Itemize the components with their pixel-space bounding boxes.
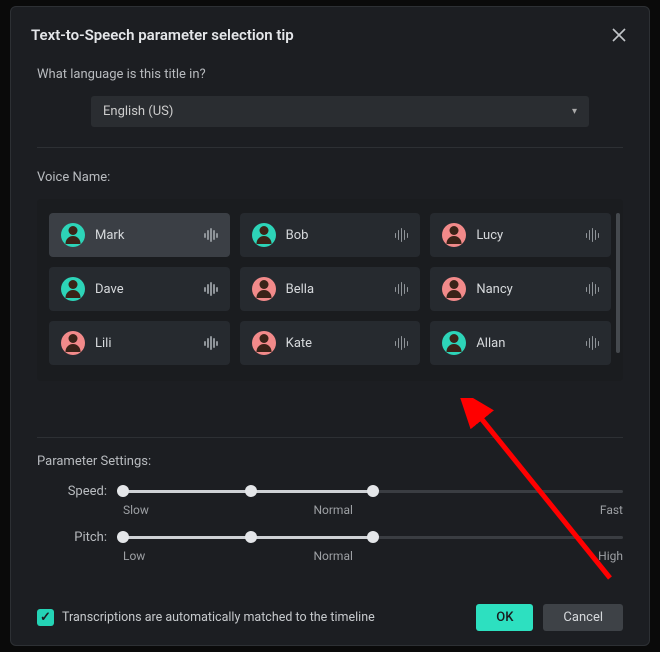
voice-name-text: Bella bbox=[286, 282, 314, 297]
language-select-wrap: English (US) ▾ bbox=[11, 92, 649, 147]
speed-knob-start[interactable] bbox=[117, 485, 129, 497]
checkmark-icon: ✓ bbox=[40, 610, 51, 625]
avatar-icon bbox=[61, 277, 85, 301]
voice-name-text: Lucy bbox=[476, 228, 503, 243]
speed-knob-mid[interactable] bbox=[245, 485, 257, 497]
voice-info: Mark bbox=[61, 223, 124, 247]
language-select[interactable]: English (US) ▾ bbox=[91, 96, 589, 127]
pitch-knob-start[interactable] bbox=[117, 531, 129, 543]
voice-card-allan[interactable]: Allan bbox=[430, 321, 611, 365]
pitch-tick-high: High bbox=[598, 549, 623, 563]
waveform-icon[interactable] bbox=[586, 336, 600, 350]
speed-tick-fast: Fast bbox=[600, 503, 623, 517]
voice-grid: Mark Bob Lucy Dave Bella Nancy Lili Kate Allan bbox=[49, 213, 611, 365]
avatar-icon bbox=[252, 223, 276, 247]
voice-info: Bob bbox=[252, 223, 309, 247]
voice-info: Bella bbox=[252, 277, 314, 301]
pitch-knob[interactable] bbox=[367, 531, 379, 543]
transcription-checkbox[interactable]: ✓ bbox=[37, 609, 54, 626]
avatar-icon bbox=[61, 223, 85, 247]
avatar-icon bbox=[61, 331, 85, 355]
voice-info: Nancy bbox=[442, 277, 512, 301]
language-selected-value: English (US) bbox=[103, 104, 173, 119]
speed-tick-normal: Normal bbox=[313, 503, 352, 517]
waveform-icon[interactable] bbox=[204, 336, 218, 350]
waveform-icon[interactable] bbox=[586, 282, 600, 296]
avatar-icon bbox=[252, 331, 276, 355]
voice-info: Kate bbox=[252, 331, 312, 355]
voice-name-text: Mark bbox=[95, 228, 124, 243]
avatar-icon bbox=[442, 331, 466, 355]
speed-tick-slow: Slow bbox=[123, 503, 149, 517]
voice-info: Dave bbox=[61, 277, 124, 301]
pitch-knob-mid[interactable] bbox=[245, 531, 257, 543]
language-question: What language is this title in? bbox=[11, 59, 649, 92]
pitch-row: Pitch: bbox=[11, 521, 649, 549]
voice-panel: Mark Bob Lucy Dave Bella Nancy Lili Kate Allan bbox=[37, 199, 623, 381]
dialog-title: Text-to-Speech parameter selection tip bbox=[31, 26, 294, 44]
dialog-header: Text-to-Speech parameter selection tip bbox=[11, 7, 649, 59]
voice-name-text: Dave bbox=[95, 282, 124, 297]
close-button[interactable] bbox=[609, 25, 629, 45]
voice-card-dave[interactable]: Dave bbox=[49, 267, 230, 311]
speed-slider[interactable] bbox=[123, 481, 623, 501]
pitch-slider[interactable] bbox=[123, 527, 623, 547]
pitch-ticks: Low Normal High bbox=[11, 549, 649, 567]
parameter-settings-label: Parameter Settings: bbox=[11, 438, 649, 475]
speed-knob[interactable] bbox=[367, 485, 379, 497]
transcription-checkbox-label: Transcriptions are automatically matched… bbox=[62, 610, 375, 625]
pitch-track-empty bbox=[373, 536, 623, 539]
chevron-down-icon: ▾ bbox=[572, 106, 577, 117]
dialog-footer: ✓ Transcriptions are automatically match… bbox=[37, 604, 623, 631]
speed-ticks: Slow Normal Fast bbox=[11, 503, 649, 521]
voice-name-text: Nancy bbox=[476, 282, 512, 297]
waveform-icon[interactable] bbox=[395, 228, 409, 242]
waveform-icon[interactable] bbox=[395, 336, 409, 350]
avatar-icon bbox=[252, 277, 276, 301]
ok-button[interactable]: OK bbox=[476, 604, 533, 631]
pitch-tick-low: Low bbox=[123, 549, 145, 563]
voice-card-lili[interactable]: Lili bbox=[49, 321, 230, 365]
speed-label: Speed: bbox=[37, 484, 107, 499]
waveform-icon[interactable] bbox=[395, 282, 409, 296]
transcription-checkbox-wrap[interactable]: ✓ Transcriptions are automatically match… bbox=[37, 609, 375, 626]
voice-card-bob[interactable]: Bob bbox=[240, 213, 421, 257]
voice-card-mark[interactable]: Mark bbox=[49, 213, 230, 257]
speed-track-empty bbox=[373, 490, 623, 493]
voice-name-text: Bob bbox=[286, 228, 309, 243]
voice-info: Lucy bbox=[442, 223, 503, 247]
speed-row: Speed: bbox=[11, 475, 649, 503]
voice-info: Allan bbox=[442, 331, 505, 355]
voice-card-bella[interactable]: Bella bbox=[240, 267, 421, 311]
voice-name-label: Voice Name: bbox=[11, 148, 649, 199]
voice-card-nancy[interactable]: Nancy bbox=[430, 267, 611, 311]
avatar-icon bbox=[442, 223, 466, 247]
voice-name-text: Allan bbox=[476, 336, 505, 351]
avatar-icon bbox=[442, 277, 466, 301]
tts-dialog: Text-to-Speech parameter selection tip W… bbox=[10, 6, 650, 646]
voice-card-kate[interactable]: Kate bbox=[240, 321, 421, 365]
pitch-label: Pitch: bbox=[37, 530, 107, 545]
voice-card-lucy[interactable]: Lucy bbox=[430, 213, 611, 257]
footer-buttons: OK Cancel bbox=[476, 604, 623, 631]
scrollbar-thumb[interactable] bbox=[616, 213, 620, 353]
waveform-icon[interactable] bbox=[586, 228, 600, 242]
close-icon bbox=[612, 28, 626, 42]
voice-name-text: Kate bbox=[286, 336, 312, 351]
pitch-tick-normal: Normal bbox=[313, 549, 352, 563]
cancel-button[interactable]: Cancel bbox=[543, 604, 623, 631]
voice-info: Lili bbox=[61, 331, 112, 355]
waveform-icon[interactable] bbox=[204, 282, 218, 296]
waveform-icon[interactable] bbox=[204, 228, 218, 242]
voice-name-text: Lili bbox=[95, 336, 112, 351]
